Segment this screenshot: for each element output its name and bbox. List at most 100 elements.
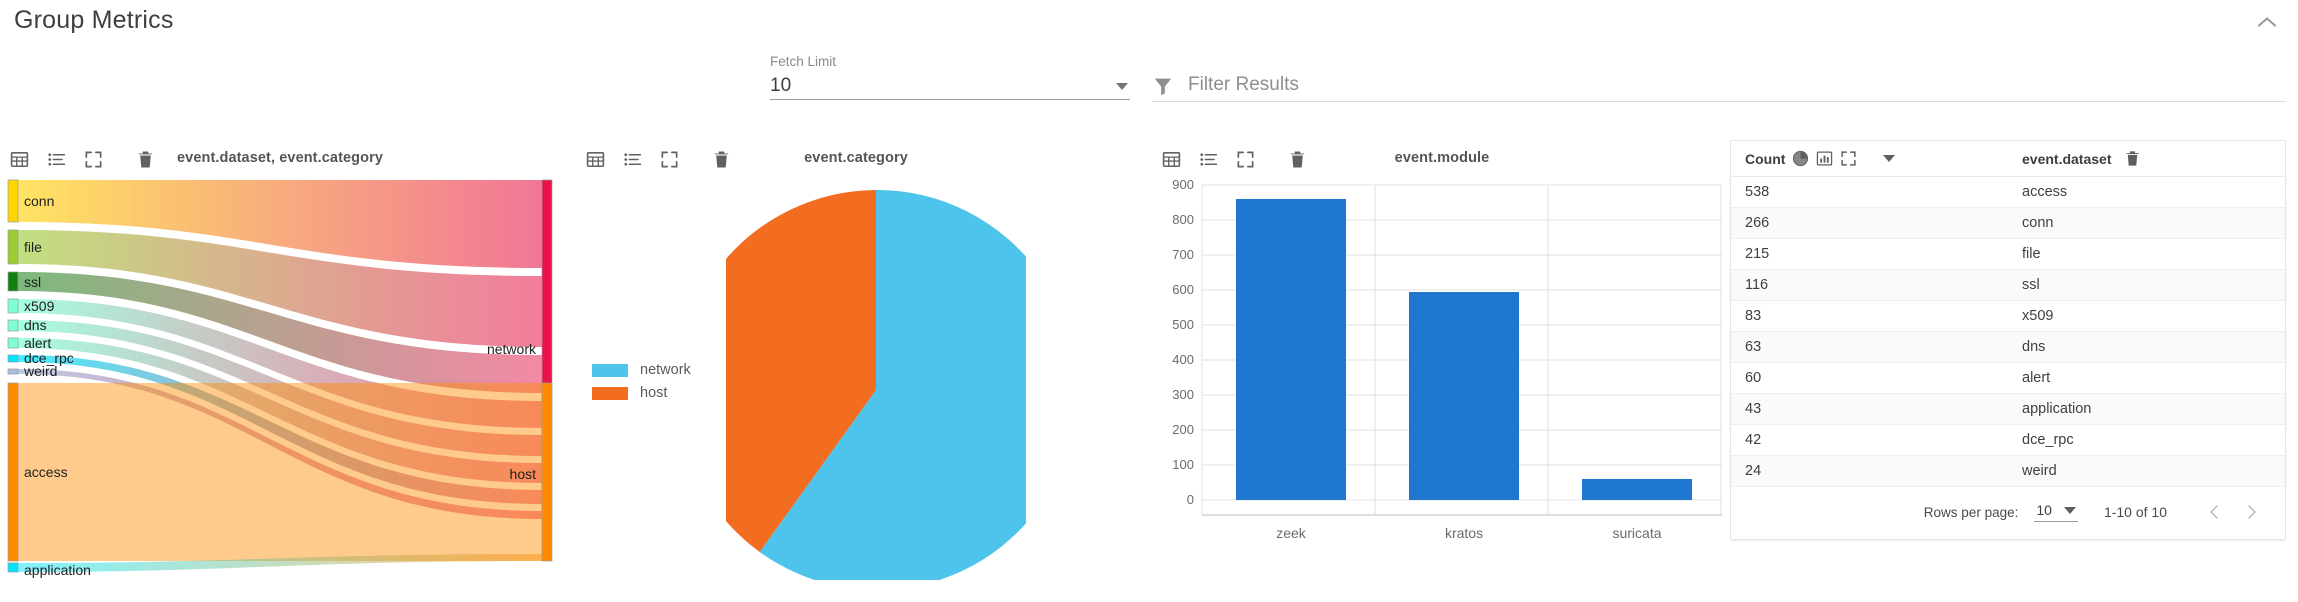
cell-dataset: conn bbox=[2008, 207, 2285, 239]
pagination-range: 1-10 of 10 bbox=[2103, 504, 2167, 520]
x-tick-kratos: kratos bbox=[1445, 525, 1483, 541]
cell-dataset: file bbox=[2008, 238, 2285, 270]
cell-count: 83 bbox=[1731, 300, 2008, 332]
chevron-down-icon bbox=[1116, 82, 1128, 90]
cell-dataset: dns bbox=[2008, 331, 2285, 363]
metrics-table: Count event.dataset 538 access 266 conn … bbox=[1731, 141, 2285, 487]
bar-chart[interactable]: 900 800 700 600 500 400 300 200 100 0 ze… bbox=[1152, 170, 1732, 590]
legend-label-host: host bbox=[640, 385, 668, 401]
sankey-node-application bbox=[7, 562, 19, 573]
y-tick-200: 200 bbox=[1172, 422, 1194, 437]
sankey-label-access: access bbox=[24, 464, 68, 480]
pie-chart[interactable] bbox=[726, 160, 1026, 580]
chevron-down-icon[interactable] bbox=[1883, 155, 1896, 162]
table-row[interactable]: 266 conn bbox=[1731, 207, 2285, 239]
page-title: Group Metrics bbox=[14, 6, 174, 34]
cell-dataset: weird bbox=[2008, 455, 2285, 487]
chevron-left-icon bbox=[2210, 505, 2218, 519]
table-row[interactable]: 42 dce_rpc bbox=[1731, 424, 2285, 456]
bar-kratos bbox=[1409, 292, 1519, 500]
sankey-node-dns bbox=[7, 319, 19, 332]
sankey-node-dce_rpc bbox=[7, 354, 19, 363]
table-pagination: Rows per page: 10 1-10 of 10 bbox=[1731, 487, 2285, 539]
x-tick-suricata: suricata bbox=[1612, 525, 1661, 541]
sankey-label-ssl: ssl bbox=[24, 274, 41, 290]
sankey-node-x509 bbox=[7, 298, 19, 314]
cell-count: 116 bbox=[1731, 269, 2008, 301]
sankey-node-conn bbox=[7, 179, 19, 223]
rows-per-page-label: Rows per page: bbox=[1923, 504, 2019, 520]
pie-chart-icon[interactable] bbox=[1792, 150, 1809, 167]
column-label-count: Count bbox=[1745, 150, 1786, 167]
y-tick-900: 900 bbox=[1172, 177, 1194, 192]
cell-dataset: ssl bbox=[2008, 269, 2285, 301]
column-label-event-dataset: event.dataset bbox=[2022, 150, 2112, 167]
y-tick-400: 400 bbox=[1172, 352, 1194, 367]
bar-chart-icon[interactable] bbox=[1816, 150, 1833, 167]
sankey-label-x509: x509 bbox=[24, 298, 55, 314]
cell-count: 215 bbox=[1731, 238, 2008, 270]
sankey-node-ssl bbox=[7, 271, 19, 292]
legend-label-network: network bbox=[640, 362, 691, 378]
cell-count: 43 bbox=[1731, 393, 2008, 425]
sankey-node-alert bbox=[7, 337, 19, 349]
table-row[interactable]: 215 file bbox=[1731, 238, 2285, 270]
y-tick-700: 700 bbox=[1172, 247, 1194, 262]
sankey-label-file: file bbox=[24, 239, 42, 255]
rows-per-page-select[interactable]: 10 bbox=[2034, 502, 2078, 522]
fetch-limit-field[interactable]: Fetch Limit 10 bbox=[770, 54, 1130, 100]
sankey-label-alert: alert bbox=[24, 335, 51, 351]
filter-results-input[interactable] bbox=[1188, 74, 2248, 101]
legend-swatch-network bbox=[592, 363, 628, 377]
column-header-count[interactable]: Count bbox=[1731, 141, 2008, 177]
filter-icon bbox=[1154, 78, 1172, 96]
previous-page-button[interactable] bbox=[2197, 497, 2233, 527]
x-tick-zeek: zeek bbox=[1276, 525, 1307, 541]
page-header: Group Metrics bbox=[0, 0, 2298, 46]
bar-chart-panel: event.module 900 800 700 600 500 400 300… bbox=[1152, 150, 1732, 598]
sankey-label-weird: weird bbox=[23, 363, 57, 379]
cell-count: 538 bbox=[1731, 176, 2008, 208]
bar-zeek bbox=[1236, 199, 1346, 500]
cell-count: 63 bbox=[1731, 331, 2008, 363]
filter-results-field[interactable] bbox=[1152, 70, 2286, 102]
cell-dataset: application bbox=[2008, 393, 2285, 425]
table-header: Count event.dataset bbox=[1731, 141, 2285, 177]
pie-chart-panel: event.category network host bbox=[576, 150, 1146, 598]
fetch-limit-select[interactable]: 10 bbox=[770, 73, 1130, 100]
bar-chart-title: event.module bbox=[1394, 150, 1490, 166]
sankey-diagram[interactable]: conn file ssl x509 dns alert dce_rpc wei… bbox=[0, 172, 560, 597]
metrics-table-panel: Count event.dataset 538 access 266 conn … bbox=[1730, 140, 2286, 540]
next-page-button[interactable] bbox=[2233, 497, 2269, 527]
cell-count: 266 bbox=[1731, 207, 2008, 239]
y-tick-300: 300 bbox=[1172, 387, 1194, 402]
table-row[interactable]: 24 weird bbox=[1731, 455, 2285, 487]
legend-swatch-host bbox=[592, 386, 628, 400]
sankey-label-host: host bbox=[510, 466, 537, 482]
sankey-node-weird bbox=[7, 368, 19, 375]
sankey-label-network: network bbox=[487, 341, 537, 357]
y-tick-100: 100 bbox=[1172, 457, 1194, 472]
fetch-limit-value: 10 bbox=[770, 75, 792, 96]
sankey-node-access bbox=[7, 382, 19, 562]
table-row[interactable]: 116 ssl bbox=[1731, 269, 2285, 301]
sankey-label-dns: dns bbox=[24, 317, 47, 333]
cell-dataset: x509 bbox=[2008, 300, 2285, 332]
trash-icon[interactable] bbox=[2124, 150, 2141, 167]
chevron-down-icon bbox=[2063, 506, 2076, 514]
legend-item-host[interactable]: host bbox=[592, 385, 691, 401]
sankey-label-application: application bbox=[24, 562, 91, 578]
collapse-panel-button[interactable] bbox=[2250, 8, 2284, 36]
cell-dataset: access bbox=[2008, 176, 2285, 208]
table-body: 538 access 266 conn 215 file 116 ssl 83 x509 … bbox=[1731, 176, 2285, 487]
table-row[interactable]: 83 x509 bbox=[1731, 300, 2285, 332]
fullscreen-icon[interactable] bbox=[1840, 150, 1857, 167]
table-row[interactable]: 63 dns bbox=[1731, 331, 2285, 363]
cell-count: 24 bbox=[1731, 455, 2008, 487]
legend-item-network[interactable]: network bbox=[592, 362, 691, 378]
table-row[interactable]: 43 application bbox=[1731, 393, 2285, 425]
sankey-chart-panel: event.dataset, event.category conn file … bbox=[0, 150, 560, 598]
column-header-event-dataset[interactable]: event.dataset bbox=[2008, 141, 2285, 177]
table-row[interactable]: 60 alert bbox=[1731, 362, 2285, 394]
table-row[interactable]: 538 access bbox=[1731, 176, 2285, 208]
